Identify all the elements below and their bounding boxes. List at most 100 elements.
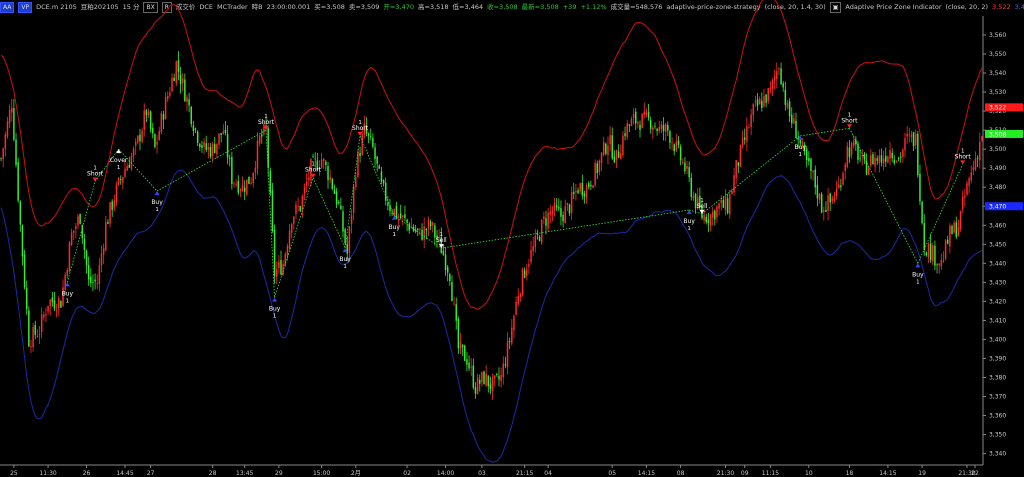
candle-body [325, 161, 327, 165]
candle-body [359, 152, 361, 157]
candle-body [205, 143, 207, 150]
time-tick-label: 19 [918, 470, 926, 477]
signal-label: Short [841, 117, 858, 124]
signal-qty: 1 [916, 279, 920, 285]
candle-body [256, 140, 259, 169]
candle-body [842, 172, 844, 185]
candle-body [122, 177, 124, 183]
candle-body [671, 142, 673, 144]
candle-body [679, 146, 682, 161]
candle-body [647, 112, 650, 118]
candle-body [662, 124, 665, 132]
time-tick-label: 15:00 [313, 470, 330, 477]
candle-body [160, 113, 163, 132]
candle-body [4, 134, 7, 149]
trade-line [849, 128, 919, 264]
candle-body [314, 158, 316, 160]
signal-qty: 1 [700, 198, 704, 204]
signal-qty: 1 [66, 298, 70, 304]
candle-body [626, 123, 628, 138]
candle-body [154, 134, 156, 148]
candle-body [885, 155, 887, 162]
candle-body [511, 327, 513, 344]
candle-body [184, 79, 186, 102]
candle-body [0, 158, 2, 160]
price-axis[interactable]: 3,340 3,350 3,360 3,370 3,380 3,390 3,400 3,410… [983, 32, 1023, 458]
candle-body [203, 141, 205, 148]
candle-body [573, 191, 575, 194]
candle-body [493, 375, 496, 379]
plot-frame [0, 16, 984, 466]
candle-body [508, 340, 511, 342]
candle-body [190, 106, 193, 125]
candle-body [286, 246, 289, 256]
candle-body [560, 207, 562, 217]
candle-body [350, 215, 353, 225]
price-tick-label: 3,410 [989, 317, 1006, 324]
candle-body [177, 60, 180, 72]
candle-body [427, 220, 430, 229]
candle-body [590, 184, 592, 187]
candle-body [51, 297, 54, 303]
candle-body [243, 187, 246, 192]
candle-body [380, 171, 383, 182]
candle-body [196, 131, 199, 143]
candle-body [932, 245, 934, 262]
price-tick-label: 3,490 [989, 165, 1006, 172]
time-tick-label: 29 [275, 470, 283, 477]
candle-body [102, 248, 105, 255]
candle-body [98, 265, 101, 285]
candle-body [464, 345, 466, 361]
signal-label: Buy [389, 224, 401, 231]
candle-body [942, 260, 945, 262]
candle-body [634, 111, 637, 124]
time-tick-label: 28 [209, 470, 217, 477]
signal-qty: 1 [264, 114, 268, 120]
candle-body [327, 166, 329, 181]
candle-body [641, 113, 643, 129]
candle-body [466, 359, 468, 365]
candle-body [335, 191, 338, 205]
candle-body [382, 180, 385, 184]
price-tick-label: 3,550 [989, 51, 1006, 58]
candle-body [605, 143, 607, 154]
candle-body [211, 143, 214, 156]
candle-body [297, 206, 299, 207]
candle-body [434, 225, 436, 238]
candle-body [778, 68, 780, 70]
price-tick-label: 3,370 [989, 394, 1006, 401]
candle-body [737, 162, 740, 166]
candle-body [677, 140, 680, 145]
candle-body [378, 165, 381, 169]
candle-body [979, 141, 981, 161]
candle-body [820, 194, 823, 213]
short-arrow-icon [846, 124, 852, 129]
time-tick-label: 25 [10, 470, 18, 477]
candle-body [83, 239, 86, 251]
candle-body [714, 210, 716, 220]
candle-body [690, 177, 693, 197]
candle-body [959, 210, 962, 229]
time-tick-label: 11:15 [762, 470, 779, 477]
candle-body [115, 184, 118, 203]
candle-body [639, 124, 641, 130]
candle-body [880, 155, 883, 163]
upper-band-path [0, 0, 983, 310]
price-chart[interactable]: Buy1Short1Cover1Buy1Short1Buy1Short1Buy1… [0, 0, 1024, 477]
candle-body [92, 281, 94, 283]
candle-body [87, 265, 90, 280]
candle-body [370, 136, 372, 138]
candle-body [874, 157, 876, 167]
candle-body [49, 299, 51, 307]
candle-body [810, 158, 812, 172]
candle-body [38, 334, 41, 336]
candle-body [199, 143, 201, 148]
candle-body [521, 268, 524, 296]
candle-body [622, 135, 624, 156]
time-axis[interactable]: 25 11:30 26 14:45 27 28 13:45 29 15:00 2月 02 14:00 0… [10, 465, 979, 477]
candle-body [921, 201, 923, 224]
candle-body [40, 314, 43, 333]
time-tick-label: 18 [846, 470, 854, 477]
signal-label: Short [87, 171, 104, 178]
candle-body [652, 127, 654, 131]
